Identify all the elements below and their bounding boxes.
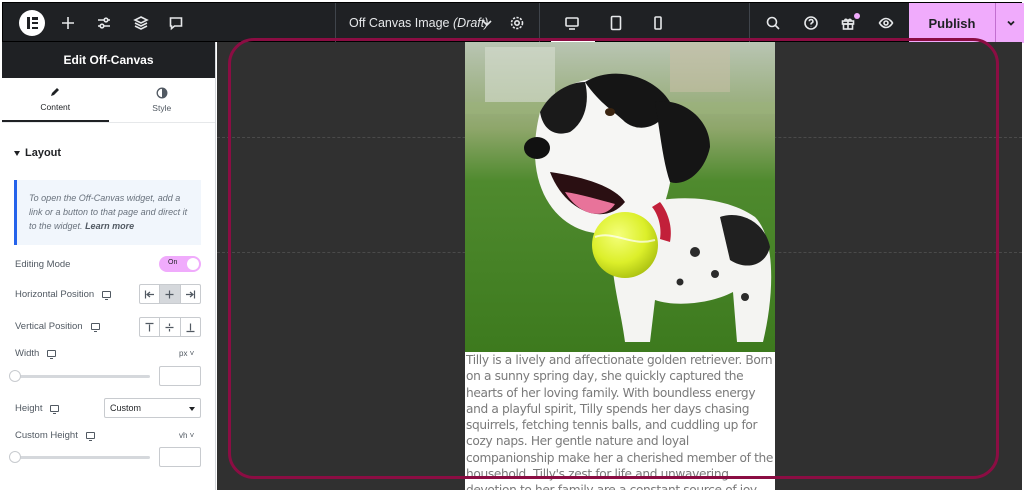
- bio-text: Tilly is a lively and affectionate golde…: [466, 353, 774, 490]
- learn-more-link[interactable]: Learn more: [85, 221, 134, 231]
- mobile-icon[interactable]: [648, 13, 668, 33]
- gear-icon[interactable]: [507, 13, 527, 33]
- page-title[interactable]: Off Canvas Image (Draft): [349, 16, 488, 30]
- eye-icon[interactable]: [876, 13, 896, 33]
- vertical-position-control: [139, 317, 201, 337]
- desktop-icon[interactable]: [90, 323, 100, 332]
- horizontal-position-control: [139, 284, 201, 304]
- divider: [335, 3, 336, 43]
- editing-mode-toggle[interactable]: On: [159, 256, 201, 272]
- pencil-icon: [51, 88, 60, 96]
- vertical-position-label: Vertical Position: [15, 321, 100, 332]
- add-icon[interactable]: [58, 13, 78, 33]
- custom-height-unit-select[interactable]: vh ˅: [179, 431, 194, 440]
- notification-dot: [854, 13, 860, 19]
- horizontal-position-label: Horizontal Position: [15, 289, 112, 300]
- align-center-button[interactable]: [160, 285, 181, 303]
- align-end-button[interactable]: [181, 285, 200, 303]
- layers-icon[interactable]: [131, 13, 151, 33]
- desktop-icon[interactable]: [50, 405, 60, 414]
- desktop-icon[interactable]: [85, 432, 95, 441]
- off-canvas-widget[interactable]: Tilly is a lively and affectionate golde…: [465, 42, 775, 490]
- chevron-down-icon[interactable]: [477, 13, 497, 33]
- chevron-down-icon: [1006, 20, 1015, 26]
- dog-photo: [465, 42, 775, 352]
- caret-down-icon: [14, 150, 20, 156]
- align-middle-icon: [165, 323, 174, 331]
- info-notice: To open the Off-Canvas widget, add a lin…: [14, 180, 201, 245]
- width-input[interactable]: [159, 366, 201, 386]
- dog-photo-illustration: [465, 42, 775, 352]
- section-toggle-layout[interactable]: Layout: [14, 147, 61, 159]
- width-slider-handle[interactable]: [9, 370, 21, 382]
- divider: [749, 3, 750, 43]
- publish-options-button[interactable]: [995, 3, 1024, 43]
- contrast-icon: [156, 87, 168, 99]
- editing-mode-label: Editing Mode: [15, 259, 71, 270]
- align-top-icon: [145, 322, 154, 331]
- toggle-state: On: [168, 259, 178, 266]
- editor-panel: Edit Off-Canvas Content Style Layout To …: [2, 42, 216, 490]
- tab-content-label: Content: [40, 102, 71, 112]
- settings-sliders-icon[interactable]: [94, 13, 114, 33]
- comments-icon[interactable]: [166, 13, 186, 33]
- height-select[interactable]: Custom: [104, 398, 201, 418]
- align-right-icon: [185, 290, 195, 298]
- align-center-icon: [165, 290, 174, 298]
- panel-title: Edit Off-Canvas: [2, 42, 215, 78]
- height-label: Height: [15, 403, 60, 414]
- caret-down-icon: [189, 407, 195, 411]
- top-bar: Off Canvas Image (Draft) Publish: [2, 2, 1024, 43]
- align-middle-button[interactable]: [160, 318, 181, 336]
- elementor-logo-icon[interactable]: [19, 10, 45, 36]
- align-bottom-icon: [186, 323, 195, 332]
- page-title-text: Off Canvas Image: [349, 16, 450, 30]
- search-icon[interactable]: [763, 13, 783, 33]
- width-slider-track[interactable]: [15, 375, 150, 378]
- tab-content[interactable]: Content: [2, 78, 109, 122]
- align-left-icon: [145, 290, 155, 298]
- tab-style-label: Style: [152, 103, 172, 113]
- help-icon[interactable]: [801, 13, 821, 33]
- custom-height-input[interactable]: [159, 447, 201, 467]
- tab-style[interactable]: Style: [109, 78, 216, 122]
- width-label: Width: [15, 348, 57, 359]
- section-title: Layout: [25, 147, 62, 159]
- align-start-button[interactable]: [140, 285, 161, 303]
- custom-height-slider-track[interactable]: [15, 456, 150, 459]
- panel-tabs: Content Style: [2, 78, 215, 123]
- publish-button[interactable]: Publish: [909, 3, 995, 43]
- custom-height-slider-handle[interactable]: [9, 451, 21, 463]
- preview-canvas[interactable]: Tilly is a lively and affectionate golde…: [217, 42, 1022, 490]
- tablet-icon[interactable]: [606, 13, 626, 33]
- custom-height-label: Custom Height: [15, 430, 95, 441]
- align-top-button[interactable]: [140, 318, 161, 336]
- divider: [539, 3, 540, 43]
- align-bottom-button[interactable]: [181, 318, 200, 336]
- desktop-icon[interactable]: [47, 350, 57, 359]
- desktop-icon[interactable]: [102, 291, 112, 300]
- width-unit-select[interactable]: px ˅: [179, 349, 194, 358]
- desktop-icon[interactable]: [562, 13, 582, 33]
